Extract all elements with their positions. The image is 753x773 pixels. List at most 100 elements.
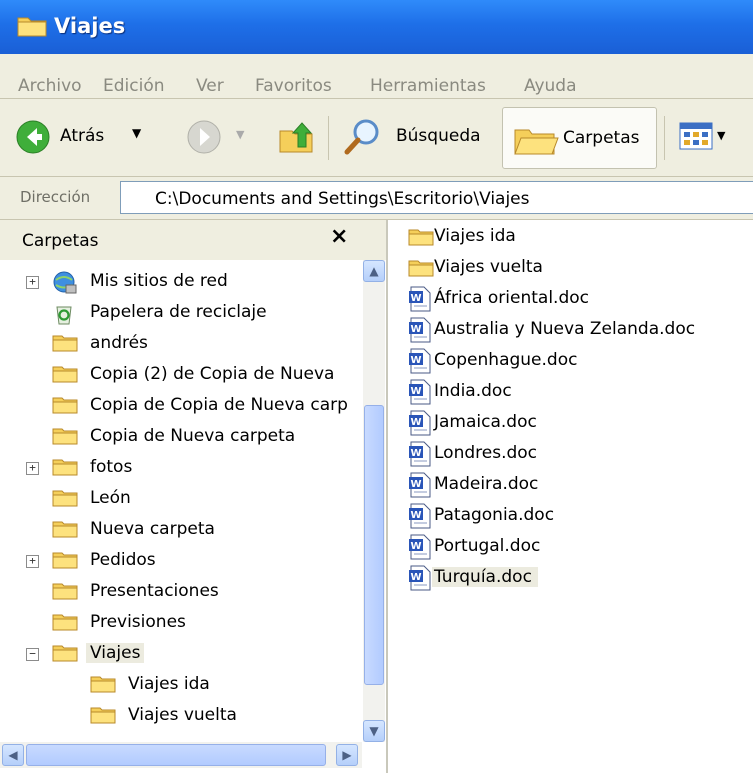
vertical-scrollbar[interactable]: ▲ ▼ — [363, 260, 385, 742]
file-item[interactable]: W Jamaica.doc — [396, 408, 746, 439]
scroll-thumb[interactable] — [364, 405, 384, 685]
tree-item[interactable]: Nueva carpeta — [0, 515, 362, 546]
svg-text:W: W — [410, 448, 421, 459]
file-item[interactable]: W Turquía.doc — [396, 563, 746, 594]
forward-arrow-icon — [187, 120, 221, 154]
folder-item[interactable]: Viajes ida — [396, 222, 746, 253]
collapse-icon[interactable]: − — [26, 648, 39, 661]
folder-icon — [52, 459, 78, 476]
scroll-left-icon[interactable]: ◀ — [2, 744, 24, 766]
horizontal-scrollbar[interactable]: ◀ ▶ — [0, 742, 362, 768]
tree-item[interactable]: León — [0, 484, 362, 515]
tree-item-label: Copia de Nueva carpeta — [90, 426, 296, 446]
svg-text:W: W — [410, 417, 421, 428]
file-item-label: Londres.doc — [434, 443, 538, 463]
file-item[interactable]: W Australia y Nueva Zelanda.doc — [396, 315, 746, 346]
tree-item[interactable]: Viajes ida — [0, 670, 362, 701]
tree-item[interactable]: Copia de Nueva carpeta — [0, 422, 362, 453]
svg-text:W: W — [410, 293, 421, 304]
folder-window-icon — [17, 17, 47, 37]
tree-item[interactable]: + Pedidos — [0, 546, 362, 577]
tree-item-label: andrés — [90, 333, 148, 353]
tree-item[interactable]: Presentaciones — [0, 577, 362, 608]
folder-icon — [52, 614, 78, 631]
tree-item[interactable]: + Mis sitios de red — [0, 267, 362, 298]
tree-item-label: Pedidos — [90, 550, 156, 570]
svg-text:W: W — [410, 324, 421, 335]
tree-item[interactable]: − Viajes — [0, 639, 362, 670]
menu-archivo[interactable]: Archivo — [18, 76, 82, 96]
tree-item-label: fotos — [90, 457, 133, 477]
file-item-label: Viajes vuelta — [434, 257, 543, 277]
forward-button[interactable]: ▼ — [180, 119, 260, 159]
menu-edicion[interactable]: Edición — [103, 76, 165, 96]
tree-item-label: Viajes — [86, 643, 145, 663]
tree-item[interactable]: andrés — [0, 329, 362, 360]
tree-item[interactable]: Previsiones — [0, 608, 362, 639]
address-label: Dirección — [20, 188, 91, 206]
views-dropdown-icon[interactable]: ▼ — [717, 129, 725, 142]
folders-pane-title: Carpetas — [22, 231, 99, 251]
menu-herramientas[interactable]: Herramientas — [370, 76, 486, 96]
scroll-thumb-horizontal[interactable] — [26, 744, 326, 766]
folder-icon — [52, 366, 78, 383]
tree-item[interactable]: + fotos — [0, 453, 362, 484]
toolbar-separator — [664, 116, 665, 160]
title-bar[interactable]: Viajes — [0, 0, 753, 54]
folders-button[interactable]: Carpetas — [502, 107, 657, 169]
tree-item-label: Nueva carpeta — [90, 519, 215, 539]
file-item[interactable]: W África oriental.doc — [396, 284, 746, 315]
file-item[interactable]: W Londres.doc — [396, 439, 746, 470]
address-bar: Dirección C:\Documents and Settings\Escr… — [0, 177, 753, 220]
folder-icon — [52, 335, 78, 352]
address-field[interactable]: C:\Documents and Settings\Escritorio\Via… — [120, 181, 753, 214]
file-list: Viajes ida Viajes vuelta W África oriental.… — [388, 220, 753, 640]
folder-icon — [52, 521, 78, 538]
back-button[interactable]: Atrás ▼ — [10, 111, 160, 163]
word-document-icon: W — [409, 286, 431, 312]
menu-ayuda[interactable]: Ayuda — [524, 76, 577, 96]
folder-icon — [52, 397, 78, 414]
file-item[interactable]: W Portugal.doc — [396, 532, 746, 563]
expand-icon[interactable]: + — [26, 462, 39, 475]
tree-item[interactable]: Copia (2) de Copia de Nueva — [0, 360, 362, 391]
file-item-label: India.doc — [434, 381, 512, 401]
file-item-label: Jamaica.doc — [434, 412, 537, 432]
tree-item-label: León — [90, 488, 131, 508]
back-label: Atrás — [60, 126, 105, 146]
tree-item-label: Viajes ida — [128, 674, 210, 694]
scroll-down-icon[interactable]: ▼ — [363, 720, 385, 742]
up-folder-icon[interactable] — [276, 117, 316, 157]
search-button[interactable]: Búsqueda — [340, 111, 500, 163]
file-item[interactable]: W Patagonia.doc — [396, 501, 746, 532]
menu-favoritos[interactable]: Favoritos — [255, 76, 332, 96]
tree-item[interactable]: Copia de Copia de Nueva carp — [0, 391, 362, 422]
address-value: C:\Documents and Settings\Escritorio\Via… — [155, 189, 530, 209]
expand-icon[interactable]: + — [26, 555, 39, 568]
folder-item[interactable]: Viajes vuelta — [396, 253, 746, 284]
tree-item-label: Mis sitios de red — [90, 271, 228, 291]
files-pane: Viajes ida Viajes vuelta W África oriental.… — [388, 220, 753, 773]
close-icon[interactable]: × — [330, 224, 348, 249]
scroll-up-icon[interactable]: ▲ — [363, 260, 385, 282]
file-item[interactable]: W India.doc — [396, 377, 746, 408]
views-button[interactable]: ▼ — [675, 117, 735, 159]
forward-dropdown-icon[interactable]: ▼ — [236, 128, 244, 141]
expand-icon[interactable]: + — [26, 276, 39, 289]
menu-ver[interactable]: Ver — [196, 76, 224, 96]
file-item[interactable]: W Copenhague.doc — [396, 346, 746, 377]
word-document-icon: W — [409, 441, 431, 467]
back-dropdown-icon[interactable]: ▼ — [132, 126, 141, 140]
file-item[interactable]: W Madeira.doc — [396, 470, 746, 501]
svg-text:W: W — [410, 510, 421, 521]
tree-item-label: Viajes vuelta — [128, 705, 237, 725]
file-item-label: Madeira.doc — [434, 474, 539, 494]
folder-icon — [52, 490, 78, 507]
tree-item-label: Copia (2) de Copia de Nueva — [90, 364, 335, 384]
folder-tree: + Mis sitios de red Papelera de reciclaje a… — [0, 261, 362, 742]
tree-item[interactable]: Papelera de reciclaje — [0, 298, 362, 329]
scroll-right-icon[interactable]: ▶ — [336, 744, 358, 766]
tree-item[interactable]: Viajes vuelta — [0, 701, 362, 732]
window-title: Viajes — [54, 14, 126, 38]
tree-item-label: Previsiones — [90, 612, 186, 632]
